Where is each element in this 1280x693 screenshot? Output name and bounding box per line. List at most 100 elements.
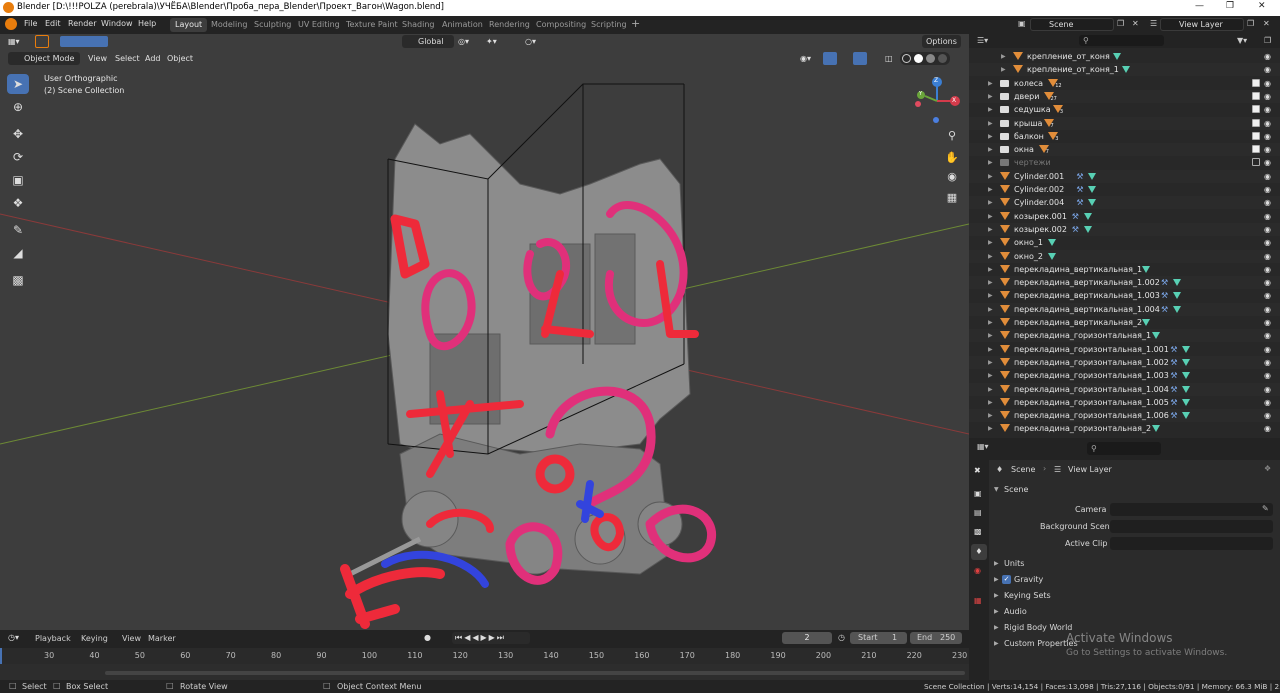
tab-compositing[interactable]: Compositing [531,18,591,32]
outliner-row[interactable]: ▶ перекладина_горизонтальная_1.002 ⚒ ◉ [969,355,1280,369]
expand-arrow-icon[interactable]: ▶ [988,117,993,130]
expand-arrow-icon[interactable]: ▶ [988,409,993,422]
visibility-eye-icon[interactable]: ◉ [1264,223,1271,236]
remove-view-layer-icon[interactable]: ✕ [1263,19,1270,28]
visibility-eye-icon[interactable]: ◉ [1264,396,1271,409]
zoom-icon[interactable]: ⚲ [942,126,962,146]
modifier-wrench-icon[interactable]: ⚒ [1170,409,1177,422]
output-tab-icon[interactable]: ▤ [974,508,982,517]
move-tool-icon[interactable]: ✥ [7,124,29,144]
timeline-editor-icon[interactable]: ◷▾ [8,633,19,642]
menu-edit[interactable]: Edit [45,19,61,28]
expand-arrow-icon[interactable]: ▶ [988,103,993,116]
mesh-data-icon[interactable] [1151,425,1160,433]
audio-toggle-icon[interactable]: ▶ [994,608,999,615]
mesh-data-icon[interactable] [1151,332,1160,340]
outliner-row[interactable]: ▶ Cylinder.001 ⚒ ◉ [969,169,1280,183]
mesh-data-icon[interactable] [1182,398,1191,406]
expand-arrow-icon[interactable]: ▶ [988,263,993,276]
exclude-checkbox[interactable] [1252,131,1260,140]
expand-arrow-icon[interactable]: ▶ [988,143,993,156]
gravity-toggle-icon[interactable]: ▶ [994,576,999,583]
restore-icon[interactable]: ❐ [1226,1,1234,11]
overlay-toggle-icon[interactable] [853,52,867,65]
texture-tab-icon[interactable]: ▦ [974,596,982,605]
outliner-row[interactable]: ▶ перекладина_горизонтальная_1.004 ⚒ ◉ [969,382,1280,396]
tab-modeling[interactable]: Modeling [206,18,252,32]
visibility-eye-icon[interactable]: ◉ [1264,90,1271,103]
outliner-row[interactable]: ▶ седушка 3 ◉ [969,103,1280,116]
viewport-menu-view[interactable]: View [88,52,107,65]
exclude-checkbox[interactable] [1252,145,1260,154]
scene-tab-icon[interactable]: ♦ [971,544,987,560]
expand-arrow-icon[interactable]: ▶ [988,276,993,289]
expand-arrow-icon[interactable]: ▶ [988,396,993,409]
timeline-menu-marker[interactable]: Marker [148,634,176,643]
view-layer-icon[interactable]: ☰ [1150,19,1157,28]
outliner-row[interactable]: ▶ козырек.002 ⚒ ◉ [969,222,1280,236]
menu-file[interactable]: File [24,19,37,28]
visibility-eye-icon[interactable]: ◉ [1264,77,1271,90]
expand-arrow-icon[interactable]: ▶ [988,170,993,183]
visibility-eye-icon[interactable]: ◉ [1264,422,1271,435]
mesh-data-icon[interactable] [1182,345,1191,353]
mesh-data-icon[interactable] [1173,279,1181,287]
visibility-eye-icon[interactable]: ◉ [1264,329,1271,342]
mesh-data-icon[interactable] [1182,385,1191,393]
expand-arrow-icon[interactable]: ▶ [988,130,993,143]
outliner-row[interactable]: ▶ колеса 12 ◉ [969,77,1280,90]
mesh-data-icon[interactable] [1088,199,1097,207]
visibility-eye-icon[interactable]: ◉ [1264,356,1271,369]
timeline-menu-keying[interactable]: Keying [81,634,108,643]
mesh-data-icon[interactable] [1142,319,1151,326]
outliner-row[interactable]: ▶ балкон 3 ◉ [969,130,1280,143]
editor-type-icon[interactable]: ▦▾ [8,35,20,48]
outliner-row[interactable]: ▶ перекладина_горизонтальная_1.003 ⚒ ◉ [969,369,1280,382]
modifier-wrench-icon[interactable]: ⚒ [1161,276,1168,289]
view-layer-tab-icon[interactable]: ▩ [974,527,982,536]
rotate-tool-icon[interactable]: ⟳ [7,147,29,167]
modifier-wrench-icon[interactable]: ⚒ [1161,303,1168,316]
outliner-row[interactable]: ▶ окно_1 ◉ [969,236,1280,249]
mesh-data-icon[interactable] [1182,372,1191,380]
units-toggle-icon[interactable]: ▶ [994,560,999,567]
gravity-section[interactable]: Gravity [1014,575,1043,584]
visibility-eye-icon[interactable]: ◉ [1264,263,1271,276]
new-collection-icon[interactable]: ❐ [1264,36,1271,45]
add-cube-tool-icon[interactable]: ▩ [7,270,29,290]
mesh-data-icon[interactable] [1083,212,1092,220]
expand-arrow-icon[interactable]: ▶ [988,250,993,263]
shading-mode-icons[interactable] [900,52,950,65]
transform-orientation-dropdown[interactable]: Global [402,35,454,48]
exclude-checkbox[interactable] [1252,105,1260,114]
scene-panel-title[interactable]: Scene [1004,485,1028,494]
start-frame-field[interactable]: Start 1 [850,632,907,644]
visibility-eye-icon[interactable]: ◉ [1264,63,1271,76]
expand-arrow-icon[interactable]: ▶ [988,316,993,329]
camera-field[interactable] [1110,503,1273,516]
keying-sets-toggle-icon[interactable]: ▶ [994,592,999,599]
scene-icon[interactable]: ▣ [1018,19,1026,28]
exclude-checkbox[interactable] [1252,118,1260,127]
visibility-eye-icon[interactable]: ◉ [1264,196,1271,209]
expand-arrow-icon[interactable]: ▶ [988,90,993,103]
visibility-eye-icon[interactable]: ◉ [1264,183,1271,196]
visibility-eye-icon[interactable]: ◉ [1264,103,1271,116]
tab-animation[interactable]: Animation [437,18,488,32]
menu-render[interactable]: Render [68,19,96,28]
expand-arrow-icon[interactable]: ▶ [988,422,993,435]
expand-arrow-icon[interactable]: ▶ [1001,63,1006,76]
render-tab-icon[interactable]: ▣ [974,489,982,498]
outliner-row[interactable]: ▶ перекладина_вертикальная_1.002 ⚒ ◉ [969,276,1280,290]
cursor-tool-icon[interactable]: ⊕ [7,97,29,117]
exclude-checkbox[interactable] [1252,78,1260,87]
select-tool-icon[interactable]: ➤ [7,74,29,94]
modifier-wrench-icon[interactable]: ⚒ [1170,383,1177,396]
object-mode-dropdown[interactable]: Object Mode [8,52,80,65]
outliner-row[interactable]: ▶ перекладина_вертикальная_1.003 ⚒ ◉ [969,289,1280,302]
close-icon[interactable]: ✕ [1258,1,1266,11]
expand-arrow-icon[interactable]: ▶ [988,356,993,369]
visibility-eye-icon[interactable]: ◉ [1264,156,1271,169]
visibility-eye-icon[interactable]: ◉ [1264,236,1271,249]
outliner-row[interactable]: ▶ Cylinder.004 ⚒ ◉ [969,196,1280,210]
